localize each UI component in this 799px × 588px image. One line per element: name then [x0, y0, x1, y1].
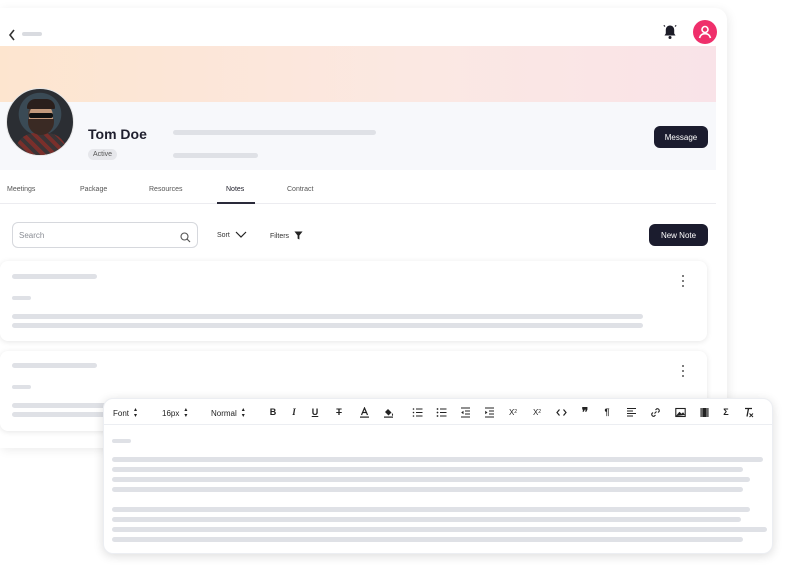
- profile-detail-placeholder: [173, 130, 376, 135]
- clear-format-icon[interactable]: [741, 405, 755, 419]
- rich-text-editor[interactable]: Font ▴ ▾ 16px ▴ ▾ Normal ▴ ▾ B I U T X 2…: [103, 398, 773, 554]
- search-input[interactable]: [19, 228, 179, 242]
- highlight-icon[interactable]: [381, 405, 395, 419]
- italic-icon[interactable]: I: [287, 405, 301, 419]
- align-icon[interactable]: [624, 405, 638, 419]
- message-button[interactable]: Message: [654, 126, 708, 148]
- editor-text-placeholder: [112, 507, 750, 512]
- sort-label: Sort: [217, 232, 230, 239]
- editor-text-placeholder: [112, 537, 743, 542]
- font-select-value: Font: [113, 408, 130, 418]
- tab-contract[interactable]: Contract: [287, 186, 313, 193]
- note-text-placeholder: [12, 314, 643, 319]
- outdent-icon[interactable]: [458, 405, 472, 419]
- tab-resources[interactable]: Resources: [149, 186, 182, 193]
- superscript-icon[interactable]: X2: [506, 405, 520, 419]
- text-color-icon[interactable]: [357, 405, 371, 419]
- select-arrows-icon: ▴ ▾: [241, 407, 245, 419]
- search-field[interactable]: [12, 222, 198, 248]
- profile-banner: [0, 46, 716, 102]
- profile-detail-placeholder: [173, 153, 258, 158]
- strikethrough-icon[interactable]: T: [332, 405, 346, 419]
- tab-meetings[interactable]: Meetings: [7, 186, 35, 193]
- text-style-select[interactable]: Normal ▴ ▾: [211, 407, 245, 419]
- subscript-icon[interactable]: X2: [530, 405, 544, 419]
- breadcrumb-placeholder: [22, 32, 42, 36]
- editor-text-placeholder: [112, 457, 763, 462]
- status-badge: Active: [88, 149, 118, 160]
- profile-avatar: [6, 88, 74, 156]
- filters-label: Filters: [270, 233, 290, 240]
- editor-text-placeholder: [112, 439, 131, 443]
- bell-icon[interactable]: [663, 24, 677, 40]
- new-note-button[interactable]: New Note: [649, 224, 708, 246]
- editor-text-placeholder: [112, 487, 743, 492]
- font-select[interactable]: Font ▴ ▾: [113, 407, 137, 419]
- note-text-placeholder: [12, 412, 112, 417]
- sort-dropdown[interactable]: Sort: [217, 231, 247, 240]
- video-icon[interactable]: [697, 405, 711, 419]
- font-size-value: 16px: [162, 408, 180, 418]
- tab-bar: Meetings Package Resources Notes Contrac…: [0, 178, 716, 204]
- note-title-placeholder: [12, 363, 97, 368]
- note-date-placeholder: [12, 296, 31, 300]
- filters-button[interactable]: Filters: [270, 231, 303, 242]
- editor-text-placeholder: [112, 517, 741, 522]
- more-options-icon[interactable]: [681, 365, 685, 377]
- bold-icon[interactable]: B: [266, 405, 280, 419]
- image-icon[interactable]: [673, 405, 687, 419]
- numbered-list-icon[interactable]: [410, 405, 424, 419]
- note-text-placeholder: [12, 403, 112, 408]
- back-arrow-icon[interactable]: [8, 28, 20, 42]
- filter-icon: [294, 231, 303, 242]
- more-options-icon[interactable]: [681, 275, 685, 287]
- tab-notes[interactable]: Notes: [226, 186, 244, 193]
- note-text-placeholder: [12, 323, 643, 328]
- quote-icon[interactable]: ❞: [578, 405, 592, 419]
- search-icon[interactable]: [180, 230, 191, 243]
- text-style-value: Normal: [211, 408, 237, 418]
- user-account-icon[interactable]: [693, 20, 717, 44]
- chevron-down-icon: [235, 231, 247, 240]
- active-tab-indicator: [217, 202, 255, 204]
- editor-toolbar: Font ▴ ▾ 16px ▴ ▾ Normal ▴ ▾ B I U T X 2…: [104, 399, 772, 425]
- note-date-placeholder: [12, 385, 31, 389]
- bullet-list-icon[interactable]: [434, 405, 448, 419]
- paragraph-icon[interactable]: ¶: [600, 405, 614, 419]
- indent-icon[interactable]: [482, 405, 496, 419]
- tab-package[interactable]: Package: [80, 186, 107, 193]
- editor-text-placeholder: [112, 467, 743, 472]
- note-title-placeholder: [12, 274, 97, 279]
- editor-text-placeholder: [112, 477, 750, 482]
- profile-name: Tom Doe: [88, 126, 147, 142]
- underline-icon[interactable]: U: [308, 405, 322, 419]
- editor-text-placeholder: [112, 527, 767, 532]
- select-arrows-icon: ▴ ▾: [134, 407, 138, 419]
- select-arrows-icon: ▴ ▾: [184, 407, 188, 419]
- note-card[interactable]: [0, 261, 707, 341]
- link-icon[interactable]: [648, 405, 662, 419]
- code-icon[interactable]: [554, 405, 568, 419]
- font-size-select[interactable]: 16px ▴ ▾: [162, 407, 187, 419]
- formula-icon[interactable]: Σ: [719, 405, 733, 419]
